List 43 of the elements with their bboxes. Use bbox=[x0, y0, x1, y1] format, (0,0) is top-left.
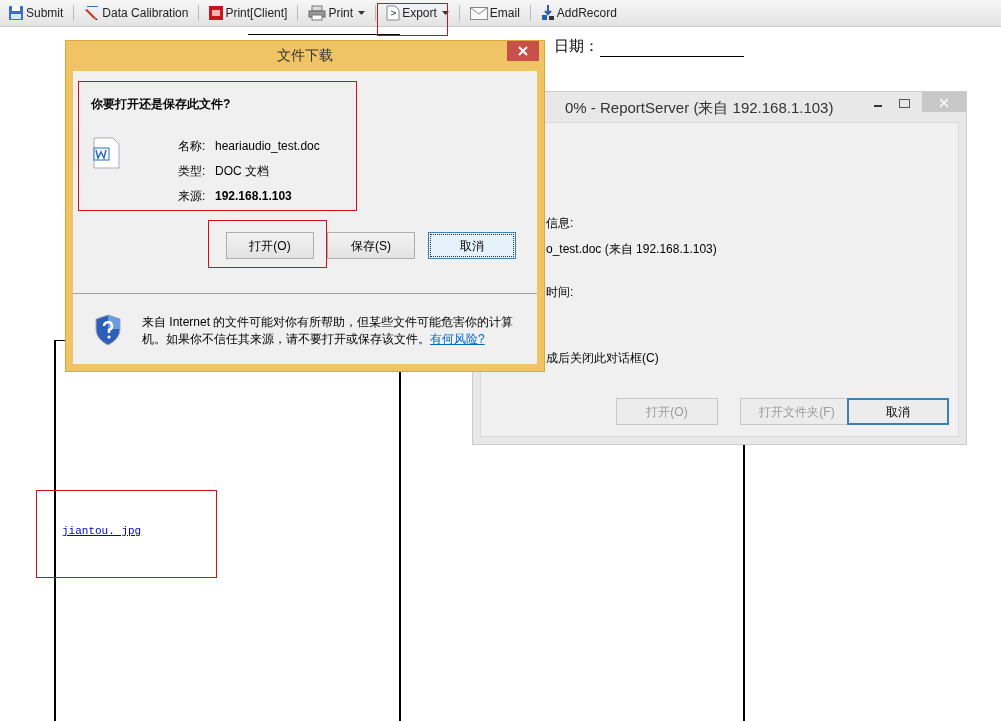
dialog-button[interactable]: 取消 bbox=[847, 398, 949, 425]
warning-text: 来自 Internet 的文件可能对你有所帮助，但某些文件可能危害你的计算机。如果你不信任其来源，请不要打开或保存该文件。有何风险? bbox=[142, 314, 515, 348]
toolbar-button[interactable]: Print bbox=[302, 2, 372, 24]
close-button[interactable] bbox=[507, 41, 539, 61]
toolbar-button[interactable]: Email bbox=[463, 2, 526, 24]
field-label: 类型: bbox=[178, 163, 206, 180]
envelope-icon bbox=[469, 6, 488, 20]
shield-icon bbox=[94, 314, 122, 346]
dialog-button[interactable]: 取消 bbox=[428, 232, 516, 259]
dialog-text: 信息: bbox=[546, 215, 574, 232]
minimize-icon bbox=[874, 104, 882, 107]
toolbar-button[interactable]: Data Calibration bbox=[78, 2, 195, 24]
date-label: 日期： bbox=[554, 36, 599, 56]
printer-icon bbox=[308, 5, 327, 21]
highlight-frame bbox=[377, 3, 448, 36]
dialog-title: 文件下载 bbox=[276, 45, 334, 65]
toolbar-button[interactable]: Export bbox=[380, 2, 455, 24]
field-label: 来源: bbox=[178, 188, 206, 205]
field-value: heariaudio_test.doc bbox=[215, 138, 320, 155]
image-link[interactable]: jiantou. jpg bbox=[62, 523, 142, 540]
dialog-text: o_test.doc (来自 192.168.1.103) bbox=[546, 241, 717, 258]
document-icon bbox=[209, 5, 224, 21]
toolbar-button[interactable]: Submit bbox=[2, 2, 70, 24]
save-icon bbox=[8, 5, 24, 21]
close-icon bbox=[518, 46, 528, 56]
page-icon bbox=[386, 5, 401, 21]
toolbar-button[interactable]: Print[Client] bbox=[203, 2, 294, 24]
toolbar-button[interactable]: AddRecord bbox=[534, 2, 623, 24]
window-title: 0% - ReportServer (来自 192.168.1.103) bbox=[565, 98, 834, 118]
dialog-text: 成后关闭此对话框(C) bbox=[546, 350, 659, 367]
dialog-text: 时间: bbox=[546, 284, 574, 301]
dialog-button[interactable]: 保存(S) bbox=[327, 232, 415, 259]
field-value: DOC 文档 bbox=[215, 163, 269, 180]
word-file-icon bbox=[93, 137, 121, 169]
add-record-icon bbox=[540, 5, 555, 21]
close-icon bbox=[939, 97, 949, 108]
dialog-question: 你要打开还是保存此文件? bbox=[91, 96, 231, 113]
maximize-icon bbox=[898, 98, 910, 109]
dialog-button[interactable]: 打开(O) bbox=[226, 232, 314, 259]
field-label: 名称: bbox=[178, 138, 206, 155]
field-value: 192.168.1.103 bbox=[215, 188, 292, 205]
risk-link[interactable]: 有何风险? bbox=[430, 332, 485, 346]
pen-icon bbox=[84, 5, 101, 21]
